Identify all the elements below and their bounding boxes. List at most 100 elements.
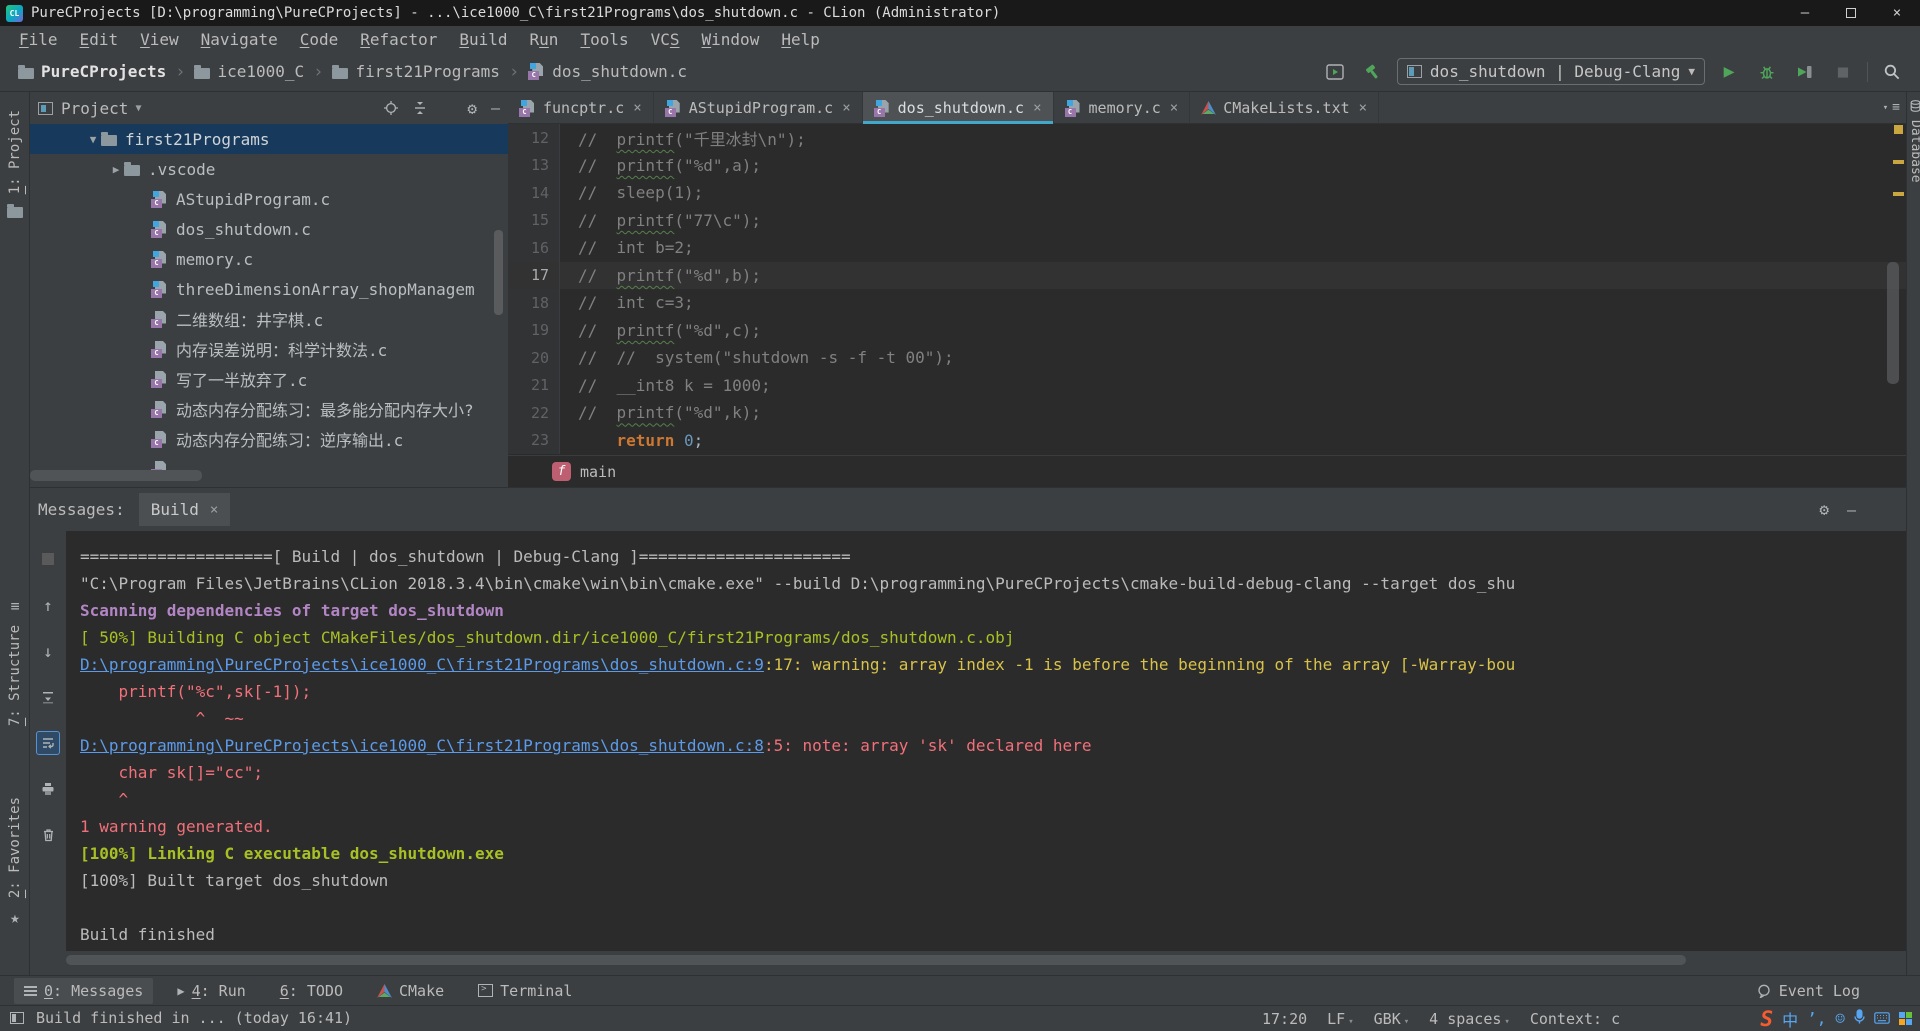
microphone-icon[interactable] [1854,1009,1865,1028]
editor-line-19[interactable]: 19// printf("%d",c); [508,317,1906,345]
editor-line-17[interactable]: 17// printf("%d",b); [508,262,1906,290]
tree-item--.c[interactable]: C二维数组：井字棋.c [30,304,508,334]
stop-icon[interactable] [36,547,60,571]
print-icon[interactable] [36,777,60,801]
menu-item-build[interactable]: Build [448,28,518,51]
trash-icon[interactable] [36,823,60,847]
tree-item-dos_shutdown.c[interactable]: Cdos_shutdown.c [30,214,508,244]
close-icon[interactable]: × [633,100,641,116]
tree-item-AStupidProgram.c[interactable]: CAStupidProgram.c [30,184,508,214]
menu-item-view[interactable]: View [129,28,190,51]
keyboard-icon[interactable] [1874,1010,1890,1028]
sidebar-item-database[interactable]: Database [1908,100,1920,183]
editor-line-23[interactable]: 23 return 0; [508,427,1906,455]
menu-item-file[interactable]: File [8,28,69,51]
toolwindow-button-cmake[interactable]: CMake [367,978,454,1004]
tab-dos_shutdown.c[interactable]: Cdos_shutdown.c× [863,92,1054,124]
menu-item-run[interactable]: Run [519,28,570,51]
hide-panel-icon[interactable]: — [1847,500,1856,519]
editor-vertical-scrollbar[interactable] [1887,262,1899,384]
toolwindow-button-terminal[interactable]: Terminal [468,978,582,1004]
editor-line-15[interactable]: 15// printf("77\c"); [508,207,1906,235]
project-panel-title[interactable]: Project [61,99,128,118]
sogou-logo-icon[interactable]: S [1760,1007,1773,1031]
editor-line-21[interactable]: 21// __int8 k = 1000; [508,372,1906,400]
tree-horizontal-scrollbar[interactable] [30,470,202,481]
tree-item-.vscode[interactable]: ▶.vscode [30,154,508,184]
menu-item-help[interactable]: Help [770,28,831,51]
warning-stripe-mark[interactable] [1894,125,1903,134]
editor-line-18[interactable]: 18// int c=3; [508,289,1906,317]
editor-line-13[interactable]: 13// printf("%d",a); [508,152,1906,180]
soft-wrap-icon[interactable] [36,731,60,755]
editor-line-12[interactable]: 12// printf("千里冰封\n"); [508,124,1906,152]
collapse-all-icon[interactable] [36,685,60,709]
breadcrumb-item[interactable]: PureCProjects [18,62,166,81]
tree-item--.c[interactable]: C内存误差说明：科学计数法.c [30,334,508,364]
arrow-down-icon[interactable]: ↓ [36,639,60,663]
ime-toolbox-icon[interactable] [1899,1012,1912,1025]
tab-AStupidProgram.c[interactable]: CAStupidProgram.c× [654,92,863,124]
close-icon[interactable]: × [1170,100,1178,116]
tree-item-memory.c[interactable]: Cmemory.c [30,244,508,274]
run-configuration-select[interactable]: dos_shutdown | Debug-Clang ▼ [1397,58,1705,85]
build-hammer-icon[interactable] [1359,59,1387,85]
stop-button[interactable]: ■ [1829,59,1857,85]
close-icon[interactable]: × [1033,100,1041,116]
sidebar-item-structure[interactable]: ≡ 7: Structure [0,597,30,726]
search-everywhere-icon[interactable] [1878,59,1906,85]
ime-punctuation-icon[interactable]: ’, [1807,1009,1826,1028]
sidebar-item-favorites[interactable]: 2: Favorites ★ [0,797,30,927]
collapse-all-icon[interactable] [413,101,427,115]
arrow-up-icon[interactable]: ↑ [36,593,60,617]
tab-CMakeLists.txt[interactable]: CMakeLists.txt× [1190,92,1379,124]
menu-item-code[interactable]: Code [289,28,350,51]
ime-emoji-icon[interactable]: ☺ [1835,1009,1845,1028]
menu-item-vcs[interactable]: VCS [640,28,691,51]
close-icon[interactable]: × [210,502,218,518]
status-widget-4-spaces[interactable]: 4 spaces▾ [1429,1010,1510,1028]
tree-item--[interactable]: C动态内存分配练习：最多能分配内存大小? [30,394,508,424]
tree-vertical-scrollbar[interactable] [494,230,503,315]
hide-panel-icon[interactable]: — [491,99,500,117]
console-horizontal-scrollbar[interactable] [66,955,1686,965]
tab-list-icon[interactable]: ▾≡ [1883,92,1906,123]
tab-funcptr.c[interactable]: Cfuncptr.c× [508,92,654,124]
close-icon[interactable]: × [1359,100,1367,116]
code-editor[interactable]: 12// printf("千里冰封\n");13// printf("%d",a… [508,124,1906,455]
menu-item-refactor[interactable]: Refactor [349,28,448,51]
breadcrumb-item[interactable]: first21Programs [332,62,500,81]
tree-item--.c[interactable]: C动态内存分配练习：逆序输出.c [30,424,508,454]
tree-item-first21Programs[interactable]: ▼first21Programs [30,124,508,154]
menu-item-navigate[interactable]: Navigate [190,28,289,51]
tab-memory.c[interactable]: Cmemory.c× [1054,92,1191,124]
menu-item-tools[interactable]: Tools [569,28,639,51]
file-link[interactable]: D:\programming\PureCProjects\ice1000_C\f… [80,736,764,755]
debug-button[interactable] [1753,59,1781,85]
close-icon[interactable]: × [842,100,850,116]
event-log-button[interactable]: Event Log [1757,982,1860,1000]
run-button[interactable]: ▶ [1715,59,1743,85]
locate-file-icon[interactable] [383,100,399,116]
gear-icon[interactable]: ⚙ [1819,500,1829,519]
toolwindow-button-0-messages[interactable]: 0: Messages [14,978,153,1004]
gear-icon[interactable]: ⚙ [467,99,477,118]
status-widget-context-c[interactable]: Context: c [1530,1010,1620,1028]
chevron-right-icon[interactable]: ▶ [108,163,124,176]
editor-line-22[interactable]: 22// printf("%d",k); [508,399,1906,427]
breadcrumb-function-name[interactable]: main [580,463,616,481]
menu-item-edit[interactable]: Edit [69,28,130,51]
breadcrumb-item[interactable]: Cdos_shutdown.c [528,62,687,81]
editor-line-16[interactable]: 16// int b=2; [508,234,1906,262]
ime-chinese-mode-icon[interactable]: 中 [1782,1007,1798,1031]
chevron-down-icon[interactable]: ▼ [85,133,101,146]
menu-item-window[interactable]: Window [691,28,771,51]
status-widget-gbk[interactable]: GBK▾ [1374,1010,1410,1028]
toolwindow-button-4-run[interactable]: ▶4: Run [167,978,255,1004]
tab-build[interactable]: Build × [139,493,231,526]
maximize-button[interactable] [1828,0,1874,26]
tree-item-threeDimensionArray_shopManagem[interactable]: CthreeDimensionArray_shopManagem [30,274,508,304]
close-button[interactable]: × [1874,0,1920,26]
build-console[interactable]: ====================[ Build | dos_shutdo… [66,531,1906,951]
status-widget-17-20[interactable]: 17:20 [1262,1010,1307,1028]
